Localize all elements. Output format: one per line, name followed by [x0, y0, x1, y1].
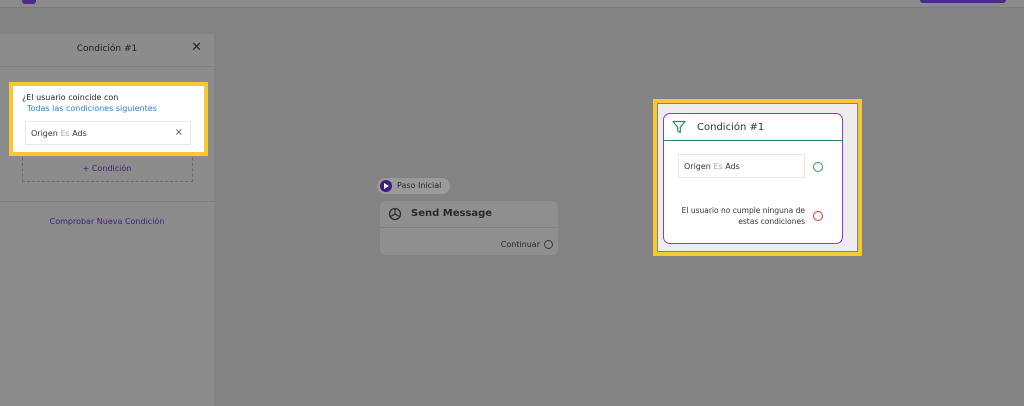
continue-label: Continuar	[500, 240, 540, 249]
play-icon	[380, 180, 392, 192]
condition-field: Origen	[684, 162, 711, 171]
condition-value: Ads	[725, 162, 740, 171]
app-logo	[22, 0, 36, 4]
condition-value: Ads	[72, 129, 87, 138]
match-mode-dropdown[interactable]: Todas las condiciones siguientes	[27, 104, 157, 113]
match-question: ¿El usuario coincide con	[22, 93, 119, 102]
match-port[interactable]	[813, 162, 823, 172]
condition-operator: Es	[713, 162, 723, 171]
node-divider	[380, 227, 558, 228]
node-title: Send Message	[411, 208, 493, 219]
start-step-label: Paso Inicial	[397, 181, 442, 190]
top-action-button[interactable]	[920, 0, 1006, 3]
condition-text: Origen Es Ads	[684, 162, 740, 171]
else-port[interactable]	[813, 211, 823, 221]
start-step-badge: Paso Inicial	[377, 178, 450, 194]
condition-row[interactable]: Origen Es Ads ×	[25, 121, 191, 145]
panel-header: Condición #1 ✕	[0, 34, 214, 67]
condition-node[interactable]: Condición #1 Origen Es Ads El usuario no…	[663, 113, 843, 244]
check-new-condition-button[interactable]: Comprobar Nueva Condición	[0, 217, 214, 226]
match-card: ¿El usuario coincide con Todas las condi…	[13, 86, 204, 152]
condition-text: Origen Es Ads	[31, 129, 87, 138]
condition-field-box: Origen Es Ads	[678, 154, 805, 178]
continue-port[interactable]	[544, 240, 553, 249]
filter-icon	[672, 120, 686, 134]
openai-icon	[388, 207, 402, 221]
condition-field: Origen	[31, 129, 58, 138]
remove-condition-icon[interactable]: ×	[175, 127, 183, 138]
condition-operator: Es	[60, 129, 70, 138]
condition-node-header: Condición #1	[664, 114, 842, 141]
add-condition-button[interactable]: + Condición	[0, 164, 214, 173]
condition-node-title: Condición #1	[697, 122, 765, 133]
panel-title: Condición #1	[76, 44, 138, 54]
else-label: El usuario no cumple ninguna de estas co…	[681, 206, 805, 226]
close-icon[interactable]: ✕	[191, 41, 202, 54]
send-message-node[interactable]: Send Message Continuar	[380, 201, 558, 255]
panel-divider	[0, 201, 214, 202]
top-bar	[0, 0, 1024, 8]
